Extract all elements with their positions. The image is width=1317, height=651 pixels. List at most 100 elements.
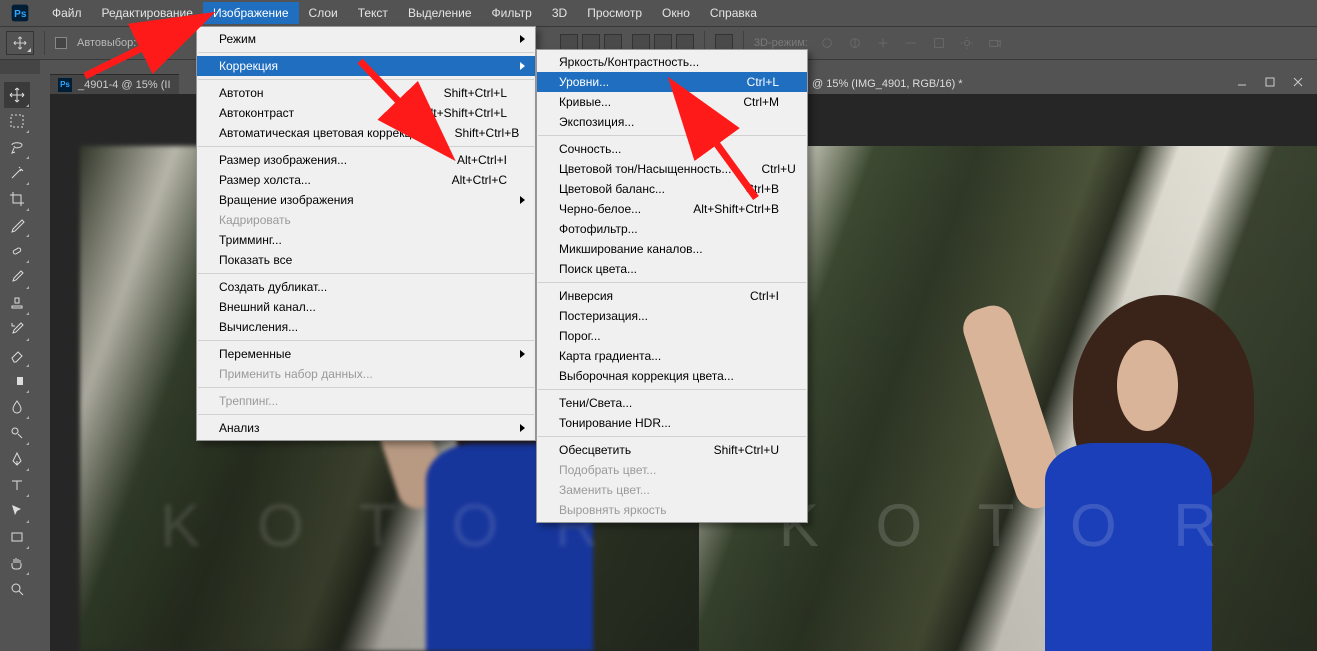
adjust-menu-item-20[interactable]: Тонирование HDR... <box>537 413 807 433</box>
lasso-tool-icon[interactable] <box>4 134 30 160</box>
adjust-menu-item-label: Уровни... <box>559 75 609 89</box>
menu-текст[interactable]: Текст <box>348 2 398 24</box>
image-menu-item-19[interactable]: Переменные <box>197 344 535 364</box>
image-menu-item-8[interactable]: Размер изображения...Alt+Ctrl+I <box>197 150 535 170</box>
adjust-menu-item-13[interactable]: ИнверсияCtrl+I <box>537 286 807 306</box>
image-menu-item-0[interactable]: Режим <box>197 29 535 49</box>
adjust-menu-item-9[interactable]: Фотофильтр... <box>537 219 807 239</box>
image-menu-item-9[interactable]: Размер холста...Alt+Ctrl+C <box>197 170 535 190</box>
adjust-menu-item-2[interactable]: Кривые...Ctrl+M <box>537 92 807 112</box>
adjust-menu-item-16[interactable]: Карта градиента... <box>537 346 807 366</box>
menu-слои[interactable]: Слои <box>299 2 348 24</box>
eraser-tool-icon[interactable] <box>4 342 30 368</box>
image-menu-item-6[interactable]: Автоматическая цветовая коррекция Shift+C… <box>197 123 535 143</box>
adjust-menu-item-8[interactable]: Черно-белое...Alt+Shift+Ctrl+B <box>537 199 807 219</box>
adjust-menu-item-17[interactable]: Выборочная коррекция цвета... <box>537 366 807 386</box>
image-menu-item-24[interactable]: Анализ <box>197 418 535 438</box>
menu-выделение[interactable]: Выделение <box>398 2 482 24</box>
zoom-tool-icon[interactable] <box>4 576 30 602</box>
document-title-left: _4901-4 @ 15% (II <box>78 79 171 91</box>
adjust-menu-item-10[interactable]: Микширование каналов... <box>537 239 807 259</box>
menu-файл[interactable]: Файл <box>42 2 92 24</box>
blur-tool-icon[interactable] <box>4 394 30 420</box>
eyedropper-tool-icon[interactable] <box>4 212 30 238</box>
image-menu-item-label: Автоматическая цветовая коррекция <box>219 126 425 140</box>
adjust-menu-item-shortcut: Ctrl+B <box>745 182 779 196</box>
adjust-menu-item-14[interactable]: Постеризация... <box>537 306 807 326</box>
submenu-arrow-icon <box>520 35 525 43</box>
image-menu-item-16[interactable]: Внешний канал... <box>197 297 535 317</box>
adjust-menu-item-label: Обесцветить <box>559 443 631 457</box>
image-menu-item-4[interactable]: АвтотонShift+Ctrl+L <box>197 83 535 103</box>
ps-file-icon: Ps <box>58 78 72 92</box>
light-icon[interactable] <box>958 34 976 52</box>
separator <box>44 31 45 55</box>
move-tool-icon[interactable] <box>4 82 30 108</box>
pen-tool-icon[interactable] <box>4 446 30 472</box>
adjust-menu-item-7[interactable]: Цветовой баланс...Ctrl+B <box>537 179 807 199</box>
maximize-button[interactable] <box>1259 74 1281 90</box>
adjust-menu-item-22[interactable]: ОбесцветитьShift+Ctrl+U <box>537 440 807 460</box>
adjust-menu-item-15[interactable]: Порог... <box>537 326 807 346</box>
image-menu-item-12[interactable]: Тримминг... <box>197 230 535 250</box>
left-toolbox <box>0 78 34 602</box>
adjust-menu-item-3[interactable]: Экспозиция... <box>537 112 807 132</box>
history-brush-tool-icon[interactable] <box>4 316 30 342</box>
image-menu-item-10[interactable]: Вращение изображения <box>197 190 535 210</box>
image-menu-item-shortcut: Shift+Ctrl+B <box>455 126 520 140</box>
adjust-menu-item-6[interactable]: Цветовой тон/Насыщенность...Ctrl+U <box>537 159 807 179</box>
adjust-menu-item-25: Выровнять яркость <box>537 500 807 520</box>
autoselect-label: Автовыбор: <box>77 37 136 49</box>
pan-icon[interactable] <box>874 34 892 52</box>
image-menu-item-2[interactable]: Коррекция <box>197 56 535 76</box>
roll-icon[interactable] <box>846 34 864 52</box>
gradient-tool-icon[interactable] <box>4 368 30 394</box>
autoselect-checkbox[interactable] <box>55 37 67 49</box>
rectangle-tool-icon[interactable] <box>4 524 30 550</box>
image-menu-item-5[interactable]: АвтоконтрастAlt+Shift+Ctrl+L <box>197 103 535 123</box>
minimize-button[interactable] <box>1231 74 1253 90</box>
adjust-menu-item-label: Постеризация... <box>559 309 648 323</box>
adjust-menu-item-0[interactable]: Яркость/Контрастность... <box>537 52 807 72</box>
slide-icon[interactable] <box>902 34 920 52</box>
menu-3d[interactable]: 3D <box>542 2 577 24</box>
document-tab[interactable]: Ps _4901-4 @ 15% (II <box>50 74 179 94</box>
stamp-tool-icon[interactable] <box>4 290 30 316</box>
close-button[interactable] <box>1287 74 1309 90</box>
wand-tool-icon[interactable] <box>4 160 30 186</box>
image-menu-item-15[interactable]: Создать дубликат... <box>197 277 535 297</box>
adjust-menu-item-label: Черно-белое... <box>559 202 641 216</box>
orbit-icon[interactable] <box>818 34 836 52</box>
heal-tool-icon[interactable] <box>4 238 30 264</box>
scale-icon[interactable] <box>930 34 948 52</box>
menu-изображение[interactable]: Изображение <box>203 2 299 24</box>
menu-фильтр[interactable]: Фильтр <box>482 2 542 24</box>
menu-редактирование[interactable]: Редактирование <box>92 2 203 24</box>
type-tool-icon[interactable] <box>4 472 30 498</box>
image-menu-item-label: Вращение изображения <box>219 193 354 207</box>
adjust-menu-item-label: Тонирование HDR... <box>559 416 671 430</box>
submenu-arrow-icon <box>520 62 525 70</box>
dodge-tool-icon[interactable] <box>4 420 30 446</box>
image-menu-item-17[interactable]: Вычисления... <box>197 317 535 337</box>
path-select-tool-icon[interactable] <box>4 498 30 524</box>
adjust-menu-item-11[interactable]: Поиск цвета... <box>537 259 807 279</box>
adjust-menu-item-5[interactable]: Сочность... <box>537 139 807 159</box>
watermark-right: K O T O R <box>779 491 1237 560</box>
adjust-menu-item-1[interactable]: Уровни...Ctrl+L <box>537 72 807 92</box>
menu-просмотр[interactable]: Просмотр <box>577 2 652 24</box>
move-tool-preset-icon[interactable] <box>6 31 34 55</box>
adjust-menu-item-19[interactable]: Тени/Света... <box>537 393 807 413</box>
menu-справка[interactable]: Справка <box>700 2 767 24</box>
adjust-menu-item-label: Порог... <box>559 329 601 343</box>
autoselect-dropdown[interactable]: группа <box>146 37 180 49</box>
adjust-menu-item-label: Заменить цвет... <box>559 483 650 497</box>
image-menu-item-13[interactable]: Показать все <box>197 250 535 270</box>
brush-tool-icon[interactable] <box>4 264 30 290</box>
menu-окно[interactable]: Окно <box>652 2 700 24</box>
ruler-corner <box>0 60 40 74</box>
hand-tool-icon[interactable] <box>4 550 30 576</box>
camera-icon[interactable] <box>986 34 1004 52</box>
crop-tool-icon[interactable] <box>4 186 30 212</box>
marquee-tool-icon[interactable] <box>4 108 30 134</box>
